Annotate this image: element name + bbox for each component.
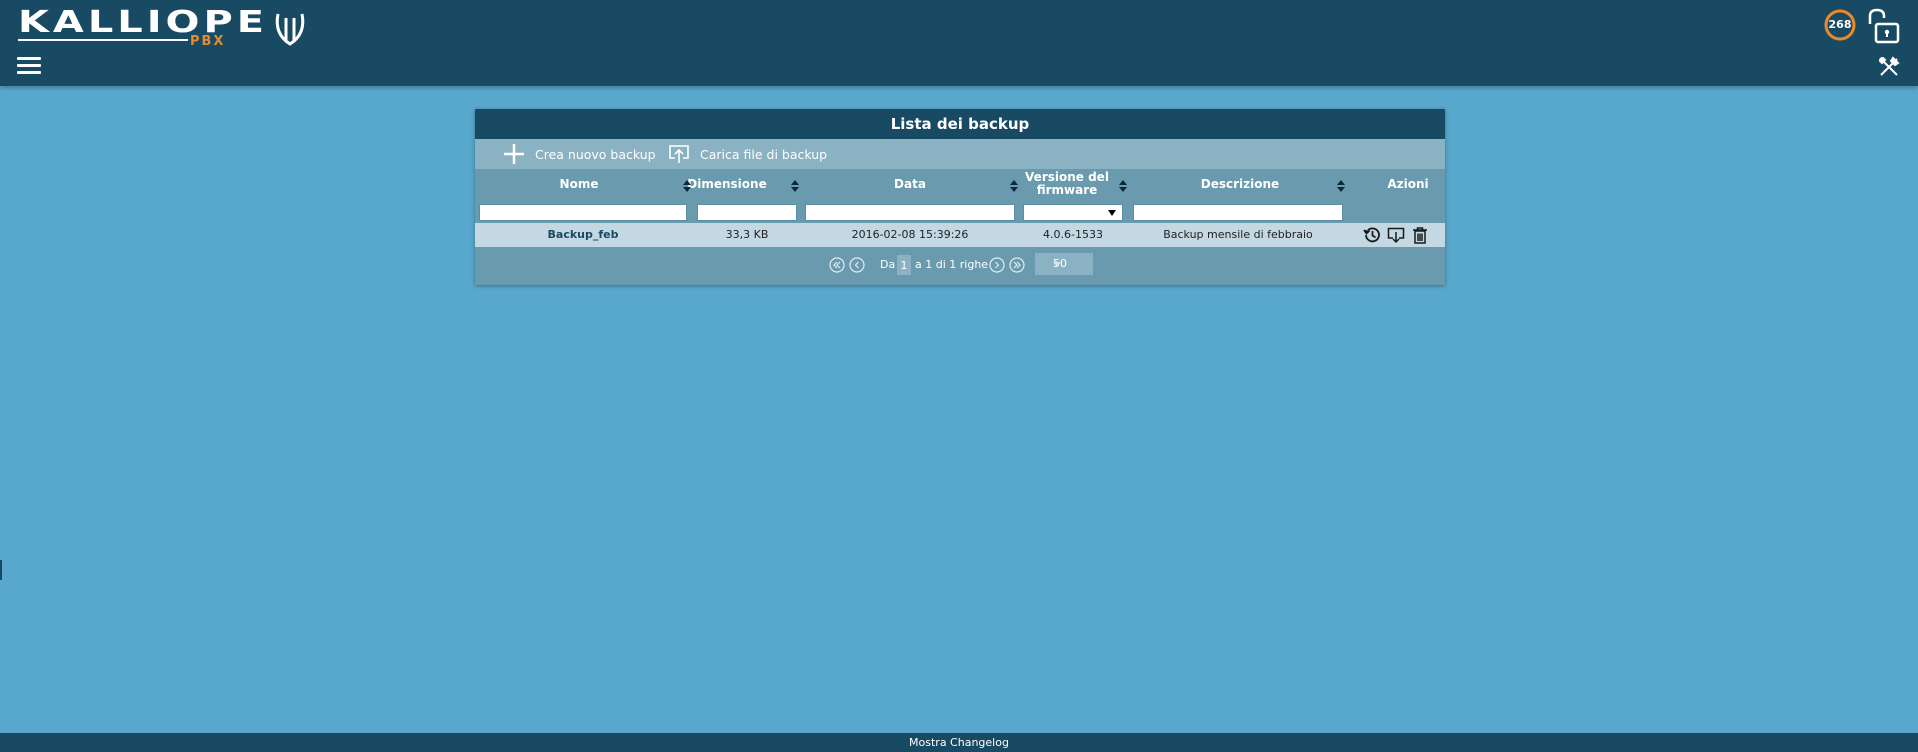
kalliope-logo: KALLIOPE PBX bbox=[18, 6, 305, 49]
column-firmware-label: Versione del firmware bbox=[1025, 170, 1109, 197]
backup-name-link[interactable]: Backup_feb bbox=[479, 223, 687, 247]
sort-icon[interactable] bbox=[1119, 180, 1127, 192]
column-header-date[interactable]: Data bbox=[805, 169, 1015, 199]
table-header: Nome Dimensione Data Versione del firmwa… bbox=[475, 169, 1445, 223]
active-calls-counter[interactable]: 268 bbox=[1824, 9, 1856, 41]
backup-firmware: 4.0.6-1533 bbox=[1043, 228, 1103, 241]
upload-backup-label: Carica file di backup bbox=[700, 146, 828, 162]
column-header-size[interactable]: Dimensione bbox=[687, 169, 766, 199]
backup-list-panel: Lista dei backup Crea nuovo backup Caric… bbox=[475, 109, 1445, 285]
pagination: Da a 1 di 1 righe 50 bbox=[475, 247, 1445, 281]
filter-name-input[interactable] bbox=[479, 204, 687, 221]
table-row: Backup_feb 33,3 KB 2016-02-08 15:39:26 4… bbox=[475, 223, 1445, 247]
filter-size-input[interactable] bbox=[697, 204, 797, 221]
logo-sub: PBX bbox=[190, 34, 225, 49]
chevron-down-icon bbox=[1053, 262, 1061, 267]
prev-page-icon[interactable] bbox=[849, 257, 865, 273]
backup-description: Backup mensile di febbraio bbox=[1163, 228, 1313, 241]
column-header-actions: Azioni bbox=[1375, 169, 1441, 199]
panel-toolbar: Crea nuovo backup Carica file di backup bbox=[475, 139, 1445, 169]
column-description-label: Descrizione bbox=[1200, 176, 1280, 191]
filter-firmware-select[interactable] bbox=[1023, 204, 1123, 221]
upload-backup-button[interactable]: Carica file di backup bbox=[668, 139, 827, 169]
page-size-select[interactable]: 50 bbox=[1035, 253, 1093, 275]
column-size-label: Dimensione bbox=[687, 176, 767, 191]
create-backup-button[interactable]: Crea nuovo backup bbox=[503, 139, 656, 169]
column-header-firmware[interactable]: Versione del firmware bbox=[1025, 169, 1109, 199]
filter-date-input[interactable] bbox=[805, 204, 1015, 221]
restore-icon[interactable] bbox=[1363, 226, 1381, 244]
column-header-name[interactable]: Nome bbox=[479, 169, 679, 199]
backup-size: 33,3 KB bbox=[725, 228, 769, 241]
filter-description-input[interactable] bbox=[1133, 204, 1343, 221]
top-bar: KALLIOPE PBX 268 bbox=[0, 0, 1918, 86]
next-page-icon[interactable] bbox=[989, 257, 1005, 273]
counter-value: 268 bbox=[1828, 18, 1852, 31]
sort-icon[interactable] bbox=[1337, 180, 1345, 192]
sort-icon[interactable] bbox=[791, 180, 799, 192]
sort-icon[interactable] bbox=[1010, 180, 1018, 192]
plus-icon bbox=[504, 144, 524, 164]
pager-prefix: Da bbox=[880, 258, 896, 271]
page-number-input[interactable] bbox=[897, 255, 911, 275]
upload-icon bbox=[669, 145, 689, 163]
last-page-icon[interactable] bbox=[1009, 257, 1025, 273]
logo-text: KALLIOPE bbox=[18, 6, 268, 40]
unlock-icon[interactable] bbox=[1866, 8, 1900, 44]
chevron-down-icon bbox=[1108, 210, 1116, 216]
changelog-button[interactable]: Mostra Changelog bbox=[0, 733, 1918, 752]
trash-icon[interactable] bbox=[1411, 226, 1429, 244]
panel-title: Lista dei backup bbox=[475, 109, 1445, 139]
pager-suffix: a 1 di 1 righe bbox=[915, 258, 989, 271]
sort-icon[interactable] bbox=[683, 180, 691, 192]
tools-icon[interactable] bbox=[1878, 56, 1900, 78]
lyre-icon bbox=[275, 13, 305, 46]
backup-date: 2016-02-08 15:39:26 bbox=[851, 228, 969, 241]
first-page-icon[interactable] bbox=[829, 257, 845, 273]
column-name-label: Nome bbox=[559, 176, 599, 191]
menu-icon[interactable] bbox=[17, 57, 41, 77]
edge-marker bbox=[0, 560, 2, 580]
column-actions-label: Azioni bbox=[1387, 176, 1429, 191]
create-backup-label: Crea nuovo backup bbox=[535, 146, 656, 162]
column-header-description[interactable]: Descrizione bbox=[1135, 169, 1345, 199]
column-date-label: Data bbox=[894, 176, 926, 191]
download-icon[interactable] bbox=[1387, 226, 1405, 244]
